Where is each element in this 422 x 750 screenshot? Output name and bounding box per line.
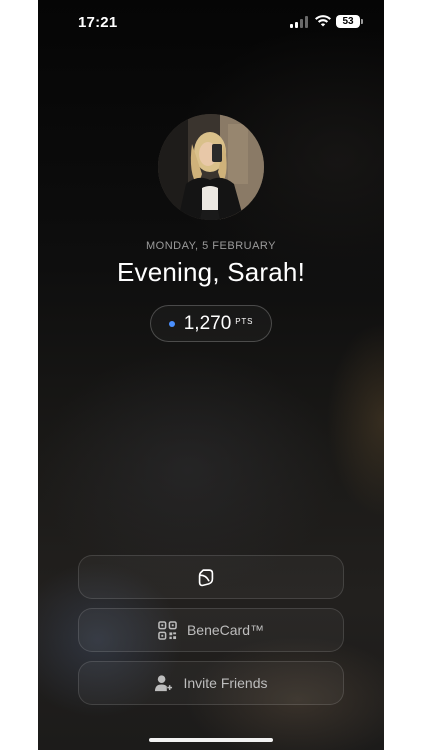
status-time: 17:21 (78, 14, 118, 31)
greeting-title: Evening, Sarah! (116, 257, 305, 287)
points-unit: PTS (235, 317, 254, 326)
app-screen: 17:21 53 MONDAY, 5 FEBRUARY Evening, Sar… (38, 0, 384, 750)
qr-code-icon (158, 620, 177, 640)
battery-indicator: 53 (336, 15, 363, 28)
invite-friends-button[interactable]: Invite Friends (78, 661, 344, 705)
benecard-button[interactable]: BeneCard™ (78, 608, 344, 652)
home-indicator[interactable] (149, 738, 273, 742)
benecard-label: BeneCard™ (186, 622, 265, 638)
current-date: MONDAY, 5 FEBRUARY (145, 240, 277, 252)
bene-logo-icon (195, 566, 217, 588)
cellular-signal-icon (290, 16, 308, 28)
status-bar: 17:21 53 (38, 0, 384, 44)
points-dot (168, 320, 175, 327)
bene-logo-button[interactable] (78, 555, 344, 599)
points-balance[interactable]: 1,270 PTS (150, 305, 272, 342)
invite-friends-label: Invite Friends (183, 675, 268, 691)
points-value: 1,270 (183, 312, 232, 334)
avatar[interactable] (158, 114, 264, 220)
wifi-icon (314, 14, 332, 28)
profile-photo (158, 114, 264, 220)
add-person-icon (154, 674, 173, 693)
